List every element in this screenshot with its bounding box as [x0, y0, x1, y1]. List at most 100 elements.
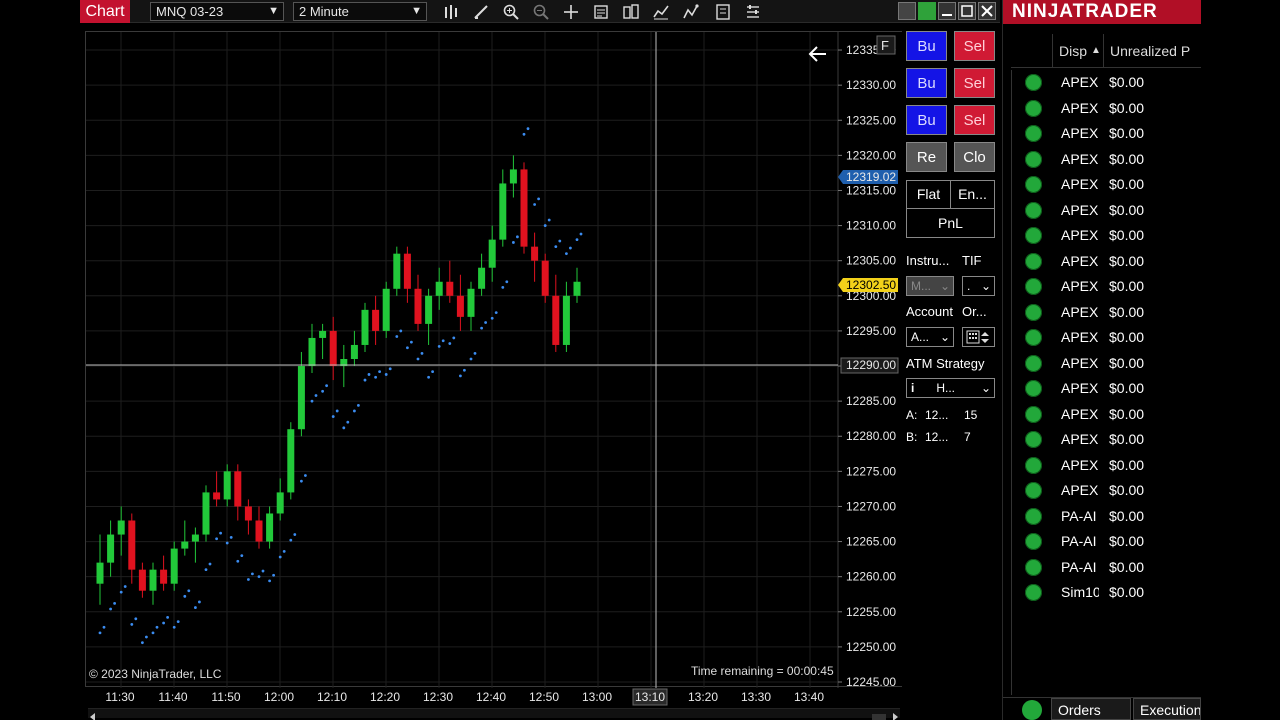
chart-panel[interactable]: 12335.00 12330.00 12325.00 12320.00 12315.00… [85, 31, 923, 688]
reverse-button[interactable]: Re [906, 142, 947, 172]
flat-button[interactable]: Flat [906, 180, 951, 209]
sar-dot [384, 373, 388, 376]
header-unrealized-pnl[interactable]: Unrealized P [1103, 34, 1201, 68]
pnl-button[interactable]: PnL [906, 208, 995, 238]
unrealized-pnl-value: $0.00 [1109, 354, 1145, 371]
account-row[interactable]: PA-AI $0.00 [1011, 504, 1201, 530]
price-tick-label: 12245.00 [846, 675, 896, 688]
sell-market-button[interactable]: Sel [954, 31, 995, 61]
price-tick-label: 12275.00 [846, 464, 896, 478]
account-row[interactable]: APEX $0.00 [1011, 223, 1201, 249]
chevron-down-icon: ⌄ [980, 381, 991, 395]
sar-dot [569, 246, 572, 250]
horizontal-scrollbar[interactable] [88, 708, 900, 720]
maximize-button[interactable] [958, 2, 976, 20]
chart-trader-icon[interactable] [712, 2, 734, 21]
chart-tab[interactable]: Chart [80, 0, 130, 23]
sar-dot [463, 368, 466, 372]
account-name: APEX [1061, 405, 1099, 422]
account-row[interactable]: APEX $0.00 [1011, 402, 1201, 428]
account-row[interactable]: PA-AI $0.00 [1011, 555, 1201, 581]
account-row[interactable]: APEX $0.00 [1011, 147, 1201, 173]
draw-tool-icon[interactable] [470, 2, 492, 21]
candle [552, 274, 560, 352]
ask-price: 12... [925, 408, 949, 422]
account-dropdown[interactable]: A... ⌄ [906, 327, 954, 347]
account-row[interactable]: APEX $0.00 [1011, 274, 1201, 300]
account-name: APEX [1061, 176, 1099, 192]
atm-strategy-dropdown[interactable]: i H... ⌄ [906, 378, 995, 398]
properties-icon[interactable] [742, 2, 764, 21]
sell-ask-button[interactable]: Sel [954, 68, 995, 98]
strategies-icon[interactable] [680, 2, 702, 21]
unrealized-pnl-value: $0.00 [1109, 176, 1145, 192]
account-row[interactable]: PA-AI $0.00 [1011, 529, 1201, 555]
account-row[interactable]: APEX $0.00 [1011, 351, 1201, 377]
account-row[interactable]: APEX $0.00 [1011, 249, 1201, 275]
header-status-column[interactable] [1011, 34, 1053, 68]
account-row[interactable]: Sim10 $0.00 [1011, 580, 1201, 606]
account-row[interactable]: APEX $0.00 [1011, 70, 1201, 96]
templates-icon[interactable] [620, 2, 642, 21]
minimize-button[interactable] [938, 2, 956, 20]
sar-dot [304, 474, 307, 477]
sar-dot [166, 616, 169, 619]
sar-dot [123, 585, 127, 588]
buy-market-button[interactable]: Bu [906, 31, 947, 61]
sar-dot [172, 625, 176, 629]
account-row[interactable]: APEX $0.00 [1011, 376, 1201, 402]
candlestick-chart[interactable]: 12335.0012330.0012325.0012320.0012315.00… [86, 32, 923, 688]
zoom-out-icon[interactable] [530, 2, 552, 21]
account-row[interactable]: APEX $0.00 [1011, 427, 1201, 453]
tif-dropdown[interactable]: . ⌄ [962, 276, 995, 296]
instrument-selector[interactable]: MNQ 03-23 ▼ [150, 2, 284, 21]
crosshair-icon[interactable] [560, 2, 582, 21]
chart-toolbar: Chart MNQ 03-23 ▼ 2 Minute ▼ [80, 0, 1000, 23]
sar-dot [98, 631, 102, 635]
sar-dot [119, 590, 123, 594]
account-row[interactable]: APEX $0.00 [1011, 198, 1201, 224]
chevron-down-icon: ▼ [411, 5, 422, 17]
candle-body [541, 260, 549, 296]
data-box-icon[interactable] [590, 2, 612, 21]
tab-orders[interactable]: Orders [1051, 698, 1131, 720]
candle-body [202, 492, 210, 535]
scroll-left-icon [90, 713, 95, 720]
buy-bid-button[interactable]: Bu [906, 105, 947, 135]
close-button[interactable] [978, 2, 996, 20]
quantity-stepper[interactable] [962, 327, 995, 347]
enter-button[interactable]: En... [950, 180, 995, 209]
sar-dot [363, 378, 367, 382]
candle [149, 562, 157, 605]
window-color-button[interactable] [918, 2, 936, 20]
account-row[interactable]: APEX $0.00 [1011, 121, 1201, 147]
indicators-icon[interactable] [650, 2, 672, 21]
account-row[interactable]: APEX $0.00 [1011, 478, 1201, 504]
unrealized-pnl-value: $0.00 [1109, 380, 1145, 396]
window-link-button[interactable] [898, 2, 916, 20]
candle-body [181, 541, 189, 549]
account-label: Account [906, 304, 953, 319]
bar-type-icon[interactable] [440, 2, 462, 21]
account-row[interactable]: APEX $0.00 [1011, 300, 1201, 326]
sar-dot [565, 252, 568, 256]
accounts-panel: NINJATRADER Disp ▲ Unrealized P APEX $0.0… [1002, 0, 1201, 720]
account-row[interactable]: APEX $0.00 [1011, 96, 1201, 122]
account-row[interactable]: APEX $0.00 [1011, 172, 1201, 198]
account-row[interactable]: APEX $0.00 [1011, 453, 1201, 479]
close-position-button[interactable]: Clo [954, 142, 995, 172]
zoom-in-icon[interactable] [500, 2, 522, 21]
interval-selector[interactable]: 2 Minute ▼ [293, 2, 427, 21]
back-arrow-icon[interactable] [808, 46, 826, 62]
sar-dot [257, 575, 261, 579]
account-row[interactable]: APEX $0.00 [1011, 325, 1201, 351]
buy-ask-button[interactable]: Bu [906, 68, 947, 98]
f-marker[interactable]: F [876, 35, 896, 55]
account-name: Sim10 [1061, 584, 1099, 600]
instrument-value: MNQ 03-23 [156, 4, 224, 19]
sell-bid-button[interactable]: Sel [954, 105, 995, 135]
candle-body [562, 295, 570, 345]
connection-status-icon [1025, 405, 1042, 423]
tab-executions[interactable]: Executions [1133, 698, 1201, 720]
instrument-dropdown[interactable]: M... ⌄ [906, 276, 954, 296]
